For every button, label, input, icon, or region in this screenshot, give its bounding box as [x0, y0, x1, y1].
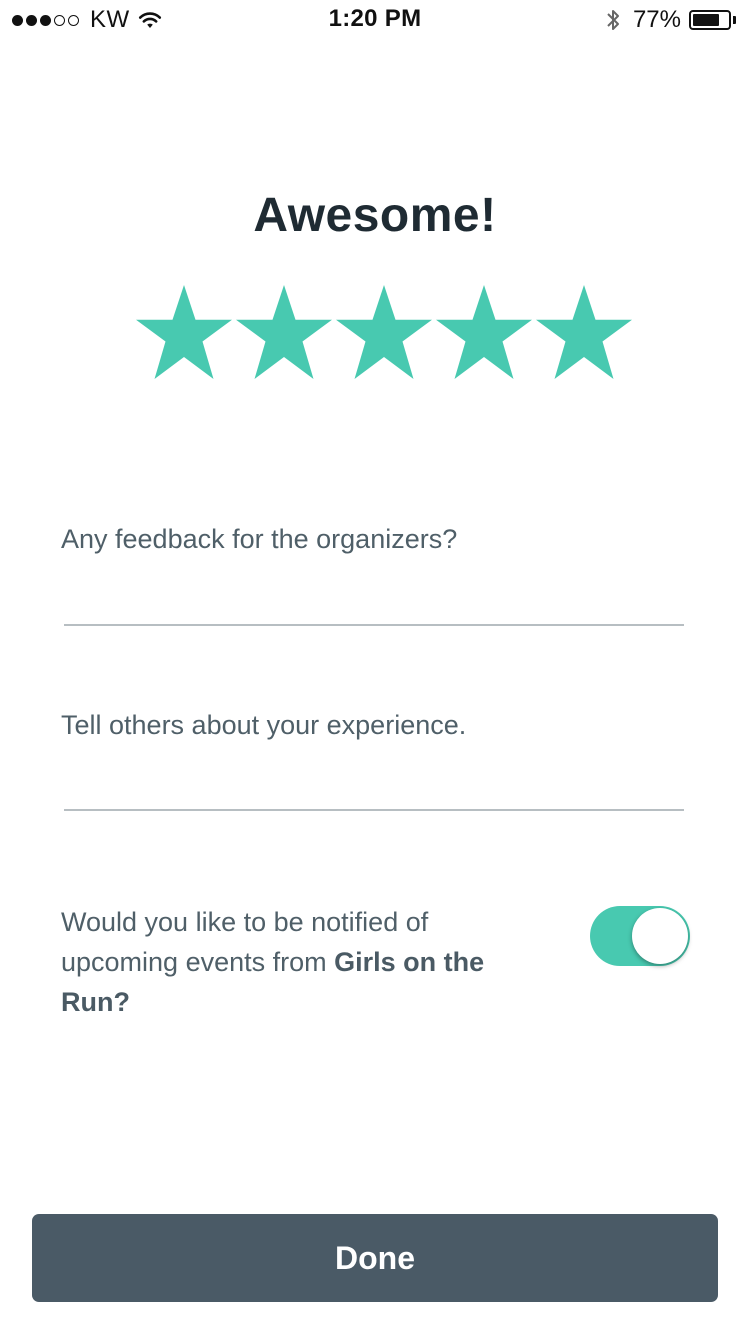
notify-toggle[interactable]: [590, 906, 690, 966]
experience-input[interactable]: [64, 769, 684, 811]
star-icon[interactable]: [434, 285, 534, 381]
feedback-input[interactable]: [64, 584, 684, 626]
done-button[interactable]: Done: [32, 1214, 718, 1302]
status-right: 77%: [605, 6, 736, 34]
star-rating[interactable]: [134, 285, 634, 381]
feedback-label: Any feedback for the organizers?: [61, 524, 458, 554]
status-bar: KW 1:20 PM 77%: [0, 0, 750, 40]
battery-icon: [689, 10, 731, 30]
toggle-knob[interactable]: [632, 908, 688, 964]
star-icon[interactable]: [134, 285, 234, 381]
page-title: Awesome!: [253, 189, 497, 242]
notify-question: Would you like to be notified of upcomin…: [61, 902, 521, 1022]
star-icon[interactable]: [534, 285, 634, 381]
star-icon[interactable]: [234, 285, 334, 381]
battery-fill: [693, 14, 720, 26]
experience-label: Tell others about your experience.: [61, 710, 467, 740]
battery-percentage: 77%: [632, 6, 681, 33]
star-icon[interactable]: [334, 285, 434, 381]
bluetooth-icon: [607, 10, 619, 30]
battery-cap: [733, 16, 736, 24]
